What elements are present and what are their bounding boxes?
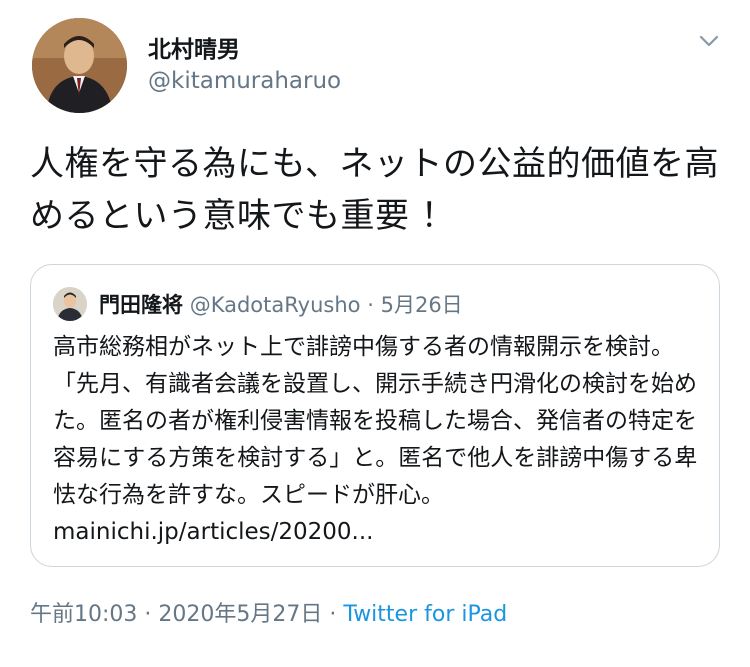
tweet-source-link[interactable]: Twitter for iPad [343, 602, 507, 627]
quoted-separator: · [367, 293, 374, 317]
tweet-detail: 北村晴男 @kitamuraharuo 人権を守る為にも、ネットの公益的価値を高… [0, 0, 750, 667]
author-avatar[interactable] [32, 18, 127, 113]
quoted-tweet[interactable]: 門田隆将 @KadotaRyusho · 5月26日 高市総務相がネット上で誹謗… [30, 264, 720, 567]
footer-separator: · [329, 602, 337, 627]
footer-separator: · [144, 602, 152, 627]
quoted-author-avatar [53, 287, 87, 321]
quoted-author-name: 門田隆将 [99, 293, 183, 317]
tweet-footer: 午前10:03 · 2020年5月27日 · Twitter for iPad [30, 596, 507, 628]
tweet-time: 午前10:03 [30, 602, 138, 627]
chevron-down-icon[interactable] [698, 30, 720, 52]
author-handle[interactable]: @kitamuraharuo [148, 68, 341, 94]
author-name[interactable]: 北村晴男 [148, 30, 240, 64]
tweet-date: 2020年5月27日 [158, 602, 323, 627]
quoted-text: 高市総務相がネット上で誹謗中傷する者の情報開示を検討。「先月、有識者会議を設置し… [53, 334, 698, 545]
quoted-author-handle: @KadotaRyusho [189, 293, 361, 317]
tweet-text: 人権を守る為にも、ネットの公益的価値を高めるという意味でも重要 ！ [30, 144, 719, 236]
quoted-header: 門田隆将 @KadotaRyusho · 5月26日 [99, 289, 463, 319]
quoted-date: 5月26日 [380, 293, 463, 317]
